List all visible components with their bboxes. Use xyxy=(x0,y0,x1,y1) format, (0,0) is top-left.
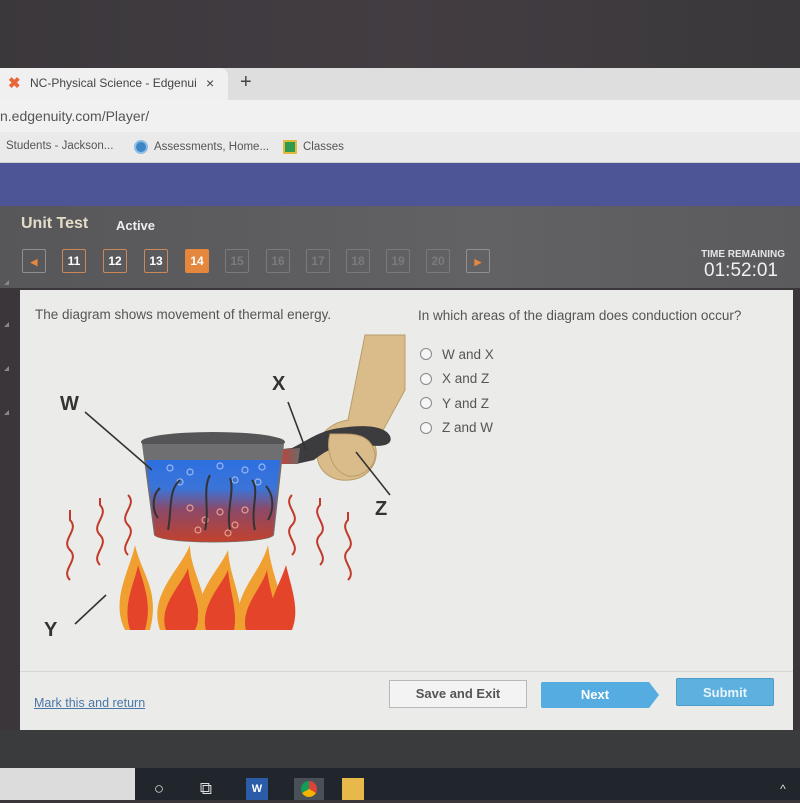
submit-button[interactable]: Submit xyxy=(676,678,774,706)
bookmark-assessments[interactable]: Assessments, Home... xyxy=(134,140,269,154)
question-13-button[interactable]: 13 xyxy=(144,249,168,273)
footer-divider xyxy=(20,671,793,672)
bookmarks-bar: Students - Jackson... Assessments, Home.… xyxy=(0,132,800,163)
close-tab-icon[interactable]: × xyxy=(206,75,214,91)
unit-title: Unit Test xyxy=(21,215,89,232)
question-prompt: The diagram shows movement of thermal en… xyxy=(35,307,332,322)
google-classroom-icon xyxy=(283,140,297,154)
bookmark-classes[interactable]: Classes xyxy=(283,140,344,154)
resize-handle-icon xyxy=(4,410,9,415)
mark-and-return-link[interactable]: Mark this and return xyxy=(34,696,145,710)
next-button[interactable]: Next xyxy=(541,682,659,708)
question-panel: The diagram shows movement of thermal en… xyxy=(20,290,793,730)
search-circle-icon[interactable]: ○ xyxy=(148,778,170,800)
question-12-button[interactable]: 12 xyxy=(103,249,127,273)
option-label: W and X xyxy=(442,346,494,362)
bookmark-label: Assessments, Home... xyxy=(154,141,270,154)
caret-left-icon: ◀ xyxy=(30,257,38,267)
answer-option[interactable]: Y and Z xyxy=(420,391,494,416)
task-view-icon[interactable]: ⧉ xyxy=(195,778,217,800)
option-label: Y and Z xyxy=(442,395,490,411)
question-16-button: 16 xyxy=(266,249,290,273)
option-label: Z and W xyxy=(442,420,494,436)
caret-right-icon: ▶ xyxy=(474,257,482,267)
question-18-button: 18 xyxy=(346,249,370,273)
radio-button[interactable] xyxy=(420,421,432,434)
monitor-bezel xyxy=(0,0,800,68)
test-header: Unit Test Active ◀ 11 12 13 14 15 16 17 … xyxy=(0,206,800,288)
answer-option[interactable]: X and Z xyxy=(420,367,494,392)
time-remaining-label: TIME REMAINING xyxy=(701,249,785,260)
previous-question-button[interactable]: ◀ xyxy=(22,249,46,273)
question-20-button: 20 xyxy=(426,249,450,273)
question-stem: In which areas of the diagram does condu… xyxy=(418,308,742,323)
resize-handle-icon xyxy=(4,322,9,327)
answer-option[interactable]: Z and W xyxy=(420,416,494,441)
pot-water xyxy=(146,460,280,542)
label-y: Y xyxy=(44,619,58,641)
chevron-up-icon[interactable]: ^ xyxy=(772,778,794,800)
globe-icon xyxy=(134,140,148,154)
question-19-button: 19 xyxy=(386,249,410,273)
url-text: n.edgenuity.com/Player/ xyxy=(0,108,150,124)
browser-tab-bar: ✖ NC-Physical Science - Edgenuity × + xyxy=(0,68,800,100)
bookmark-label: Classes xyxy=(303,141,344,154)
status-label: Active xyxy=(116,218,156,233)
answer-options: W and X X and Z Y and Z Z and W xyxy=(420,342,494,440)
tab-title: NC-Physical Science - Edgenuity xyxy=(30,76,196,90)
thermal-energy-diagram: W X Z Y xyxy=(44,334,406,641)
question-15-button: 15 xyxy=(225,249,249,273)
radio-button[interactable] xyxy=(420,348,432,361)
address-bar[interactable]: n.edgenuity.com/Player/ xyxy=(0,100,800,132)
file-explorer-icon[interactable] xyxy=(342,778,364,800)
resize-handle-icon xyxy=(4,366,9,371)
answer-option[interactable]: W and X xyxy=(420,342,494,367)
bookmark-students[interactable]: Students - Jackson... xyxy=(6,140,113,152)
app-top-band xyxy=(0,163,800,206)
browser-tab[interactable]: ✖ NC-Physical Science - Edgenuity × xyxy=(0,68,228,100)
next-question-arrow-button[interactable]: ▶ xyxy=(466,249,490,273)
option-label: X and Z xyxy=(442,371,490,387)
new-tab-button[interactable]: + xyxy=(240,71,252,94)
question-14-button[interactable]: 14 xyxy=(185,249,209,273)
bookmark-label: Students - Jackson... xyxy=(6,140,114,152)
label-x: X xyxy=(272,373,286,395)
question-11-button[interactable]: 11 xyxy=(62,249,86,273)
save-and-exit-button[interactable]: Save and Exit xyxy=(389,680,527,708)
page-background xyxy=(0,730,800,770)
question-17-button: 17 xyxy=(306,249,330,273)
windows-taskbar: ○ ⧉ W ^ xyxy=(0,768,800,800)
chrome-icon[interactable] xyxy=(294,778,324,800)
flames xyxy=(119,545,296,630)
edgenuity-logo-icon: ✖ xyxy=(8,75,21,92)
resize-handle-icon xyxy=(4,280,9,285)
radio-button[interactable] xyxy=(420,372,432,385)
label-z: Z xyxy=(375,498,387,520)
word-icon[interactable]: W xyxy=(246,778,268,800)
label-w: W xyxy=(60,393,79,415)
time-remaining-value: 01:52:01 xyxy=(704,260,778,281)
radio-button[interactable] xyxy=(420,397,432,410)
